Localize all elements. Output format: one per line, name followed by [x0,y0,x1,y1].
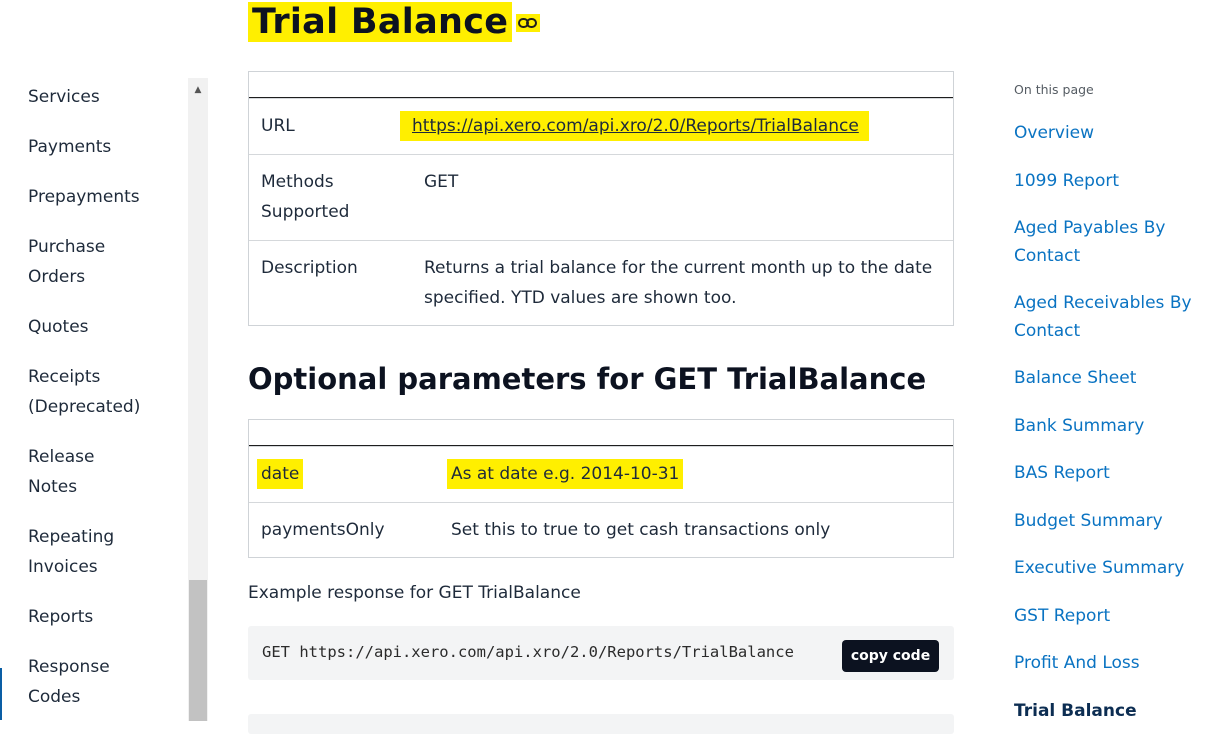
section-heading-optional-parameters: Optional parameters for GET TrialBalance [248,362,927,396]
code-block-response [248,714,954,734]
url-label: URL [261,116,295,136]
sidebar-item-label: Notes [28,477,78,497]
page-title: Trial Balance [248,0,513,44]
sidebar-scrollbar[interactable]: ▲ [188,78,208,721]
sidebar-item-label: Payments [28,137,112,157]
example-label: Example response for GET TrialBalance [248,583,581,603]
table-row: paymentsOnly Set this to true to get cas… [249,502,953,558]
sidebar-item-label: Quotes [28,317,89,337]
toc-item-label: Aged Receivables By [1014,293,1192,313]
sidebar-item-label: (Deprecated) [28,397,141,417]
scroll-up-arrow-icon[interactable]: ▲ [188,82,208,98]
sidebar-item-label: Services [28,87,100,107]
sidebar-item-label: Release [28,447,95,467]
table-header [249,420,953,446]
toc-item-label: Executive Summary [1014,558,1185,578]
param-name: date [257,459,304,489]
toc-item-budget-summary[interactable]: Budget Summary [1014,507,1163,535]
methods-label-line: Supported [261,202,350,222]
sidebar-nav: Services Payments Prepayments Purchase O… [0,78,208,721]
table-row-methods: Methods Supported GET [249,154,953,240]
sidebar-item-label: Reports [28,607,94,627]
toc-item-bank-summary[interactable]: Bank Summary [1014,412,1144,440]
page-title-text: Trial Balance [248,2,513,42]
sidebar-item-payments[interactable]: Payments [28,132,111,162]
description-line: Returns a trial balance for the current … [424,258,933,278]
code-text[interactable]: GET https://api.xero.com/api.xro/2.0/Rep… [262,638,794,666]
url-link[interactable]: https://api.xero.com/api.xro/2.0/Reports… [400,111,869,141]
toc-item-overview[interactable]: Overview [1014,119,1094,147]
methods-label-line: Methods [261,172,334,192]
toc-item-label: Balance Sheet [1014,368,1137,388]
toc-item-1099-report[interactable]: 1099 Report [1014,167,1119,195]
description-label: Description [261,258,358,278]
toc-item-executive-summary[interactable]: Executive Summary [1014,554,1184,582]
sidebar-item-quotes[interactable]: Quotes [28,312,89,342]
toc-item-aged-payables[interactable]: Aged Payables By Contact [1014,214,1165,270]
toc-item-balance-sheet[interactable]: Balance Sheet [1014,364,1136,392]
sidebar-item-label: Purchase [28,237,106,257]
sidebar-item-purchase-orders[interactable]: Purchase Orders [28,232,105,292]
sidebar-item-receipts[interactable]: Receipts (Deprecated) [28,362,140,422]
sidebar-item-label: Response [28,657,110,677]
sidebar-item-services[interactable]: Services [28,82,100,112]
description-line: specified. YTD values are shown too. [424,288,737,308]
toc-item-label: Profit And Loss [1014,653,1140,673]
sidebar-active-indicator [0,668,2,720]
table-header [249,72,953,98]
scrollbar-thumb[interactable] [189,580,207,721]
sidebar-item-response-codes[interactable]: Response Codes [28,652,110,712]
sidebar-item-label: Orders [28,267,86,287]
toc-item-label: Overview [1014,123,1095,143]
endpoint-table: URL https://api.xero.com/api.xro/2.0/Rep… [248,71,954,326]
toc-item-label: 1099 Report [1014,171,1120,191]
parameters-table: date As at date e.g. 2014-10-31 payments… [248,419,954,558]
toc-item-gst-report[interactable]: GST Report [1014,602,1110,630]
methods-value: GET [424,172,459,192]
table-row-url: URL https://api.xero.com/api.xro/2.0/Rep… [249,98,953,154]
methods-label: Methods Supported [261,167,349,227]
sidebar-item-label: Prepayments [28,187,140,207]
toc-item-bas-report[interactable]: BAS Report [1014,459,1110,487]
sidebar-item-prepayments[interactable]: Prepayments [28,182,140,212]
param-name: paymentsOnly [261,520,385,540]
sidebar-item-label: Codes [28,687,81,707]
toc-item-profit-and-loss[interactable]: Profit And Loss [1014,649,1140,677]
sidebar-item-release-notes[interactable]: Release Notes [28,442,94,502]
toc-item-label: BAS Report [1014,463,1110,483]
table-row-description: Description Returns a trial balance for … [249,240,953,327]
toc-item-label: GST Report [1014,606,1111,626]
sidebar-item-label: Invoices [28,557,98,577]
toc-item-label: Bank Summary [1014,416,1145,436]
sidebar-item-repeating-invoices[interactable]: Repeating Invoices [28,522,114,582]
toc-item-label: Aged Payables By [1014,218,1166,238]
toc-item-aged-receivables[interactable]: Aged Receivables By Contact [1014,289,1192,345]
param-description: As at date e.g. 2014-10-31 [447,459,684,489]
toc-item-label: Contact [1014,321,1081,341]
toc-item-label: Trial Balance [1014,701,1137,721]
toc-title: On this page [1014,82,1094,97]
param-description: Set this to true to get cash transaction… [451,520,831,540]
link-icon[interactable] [516,14,540,32]
code-block: GET https://api.xero.com/api.xro/2.0/Rep… [248,626,954,680]
sidebar-item-label: Receipts [28,367,101,387]
sidebar-item-label: Repeating [28,527,115,547]
toc-item-label: Budget Summary [1014,511,1163,531]
sidebar-item-reports[interactable]: Reports [28,602,93,632]
copy-code-button[interactable]: copy code [842,640,939,672]
description-value: Returns a trial balance for the current … [424,253,932,313]
toc-item-label: Contact [1014,246,1081,266]
table-row: date As at date e.g. 2014-10-31 [249,446,953,502]
